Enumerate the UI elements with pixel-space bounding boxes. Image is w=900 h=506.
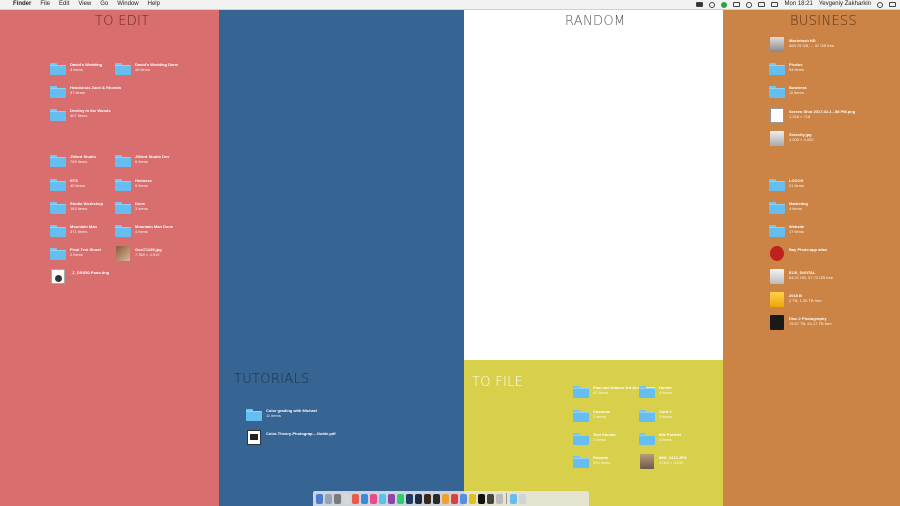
- image-thumbnail-icon: [116, 246, 130, 261]
- menu-window[interactable]: Window: [117, 0, 138, 9]
- folder-icon: [50, 86, 66, 98]
- folder-icon: [50, 202, 66, 214]
- pdf-icon: [247, 430, 261, 445]
- folder-icon: [573, 456, 589, 468]
- bridge-icon[interactable]: [424, 493, 431, 504]
- launchpad-icon[interactable]: [325, 493, 332, 504]
- photos-icon[interactable]: [379, 493, 386, 504]
- screenshot-icon: [770, 108, 784, 123]
- folder-icon: [115, 155, 131, 167]
- notes-icon[interactable]: [469, 493, 476, 504]
- external-drive-icon: [770, 315, 784, 330]
- menu-file[interactable]: File: [40, 0, 50, 9]
- bay-photo-app-icon: [770, 246, 784, 261]
- finder-icon[interactable]: [316, 493, 323, 504]
- lightroom-icon[interactable]: [415, 493, 422, 504]
- acrobat-icon[interactable]: [451, 493, 458, 504]
- terminal-icon[interactable]: [478, 493, 485, 504]
- safari-icon[interactable]: [361, 493, 368, 504]
- adobe-icon[interactable]: [733, 2, 741, 7]
- camera-icon[interactable]: [696, 2, 704, 7]
- folder-icon: [50, 179, 66, 191]
- facetime-icon[interactable]: [397, 493, 404, 504]
- messages-icon[interactable]: [388, 493, 395, 504]
- clock-icon[interactable]: [746, 1, 753, 8]
- panel-title-to-file: TO FILE: [472, 375, 524, 390]
- folder-icon: [50, 225, 66, 237]
- image-thumbnail-icon: [770, 131, 784, 146]
- menu-edit[interactable]: Edit: [59, 0, 69, 9]
- panel-title-random: RANDOM: [565, 14, 626, 29]
- preview-icon[interactable]: [496, 493, 503, 504]
- folder-icon: [115, 202, 131, 214]
- folder-icon: [573, 386, 589, 398]
- folder-icon: [769, 63, 785, 75]
- folder-icon: [246, 409, 262, 421]
- folder-icon: [573, 433, 589, 445]
- vlc-icon[interactable]: [442, 493, 449, 504]
- folder-icon: [769, 225, 785, 237]
- chrome-icon[interactable]: [352, 493, 359, 504]
- folder-icon: [769, 86, 785, 98]
- itunes-icon[interactable]: [370, 493, 377, 504]
- battery-icon[interactable]: [771, 2, 779, 7]
- sync-icon[interactable]: [709, 1, 716, 8]
- folder-icon: [50, 248, 66, 260]
- status-green-icon[interactable]: [721, 1, 728, 8]
- photoshop-icon[interactable]: [406, 493, 413, 504]
- folder-icon: [573, 410, 589, 422]
- dock: [313, 491, 589, 506]
- clock-text[interactable]: Mon 18:21: [784, 0, 812, 9]
- menu-bar: Finder File Edit View Go Window Help Mon…: [0, 0, 900, 10]
- external-drive-icon: [770, 292, 784, 307]
- menu-go[interactable]: Go: [100, 0, 108, 9]
- menu-view[interactable]: View: [78, 0, 91, 9]
- folder-icon: [639, 386, 655, 398]
- hard-drive-icon: [770, 37, 784, 52]
- activity-monitor-icon[interactable]: [487, 493, 494, 504]
- panel-business: BUSINESS: [723, 10, 900, 506]
- app-store-icon[interactable]: [343, 493, 350, 504]
- menu-app-finder[interactable]: Finder: [13, 0, 31, 9]
- folder-icon: [769, 179, 785, 191]
- user-name[interactable]: Yevgeniy Zakharkin: [819, 0, 871, 9]
- panel-random: RANDOM: [464, 10, 723, 360]
- menu-help[interactable]: Help: [148, 0, 160, 9]
- dropbox-icon[interactable]: [460, 493, 467, 504]
- folder-icon: [639, 433, 655, 445]
- panel-title-business: BUSINESS: [790, 14, 857, 29]
- panel-title-tutorials: TUTORIALS: [234, 372, 310, 387]
- dock-separator: [506, 493, 507, 504]
- premiere-icon[interactable]: [433, 493, 440, 504]
- raw-file-icon: [51, 269, 65, 284]
- folder-icon: [50, 155, 66, 167]
- system-preferences-icon[interactable]: [334, 493, 341, 504]
- folder-icon: [50, 109, 66, 121]
- panel-title-to-edit: TO EDIT: [95, 14, 150, 29]
- folder-icon: [50, 63, 66, 75]
- image-thumbnail-icon: [640, 454, 654, 469]
- folder-icon: [115, 179, 131, 191]
- notification-center-icon[interactable]: [889, 2, 896, 7]
- spotlight-icon[interactable]: [877, 1, 883, 8]
- wifi-icon[interactable]: [758, 2, 766, 7]
- trash-icon[interactable]: [519, 493, 526, 504]
- downloads-folder-icon[interactable]: [510, 493, 517, 504]
- folder-icon: [115, 63, 131, 75]
- external-drive-icon: [770, 269, 784, 284]
- folder-icon: [769, 202, 785, 214]
- folder-icon: [639, 410, 655, 422]
- folder-icon: [115, 225, 131, 237]
